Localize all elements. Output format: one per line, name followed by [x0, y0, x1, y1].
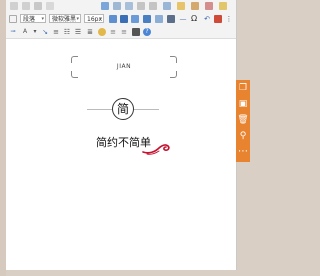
delete-icon[interactable] — [205, 2, 213, 10]
toolbar-row-2: 段落 ▾ 微软雅黑 ▾ 16px ▾ — Ω ↶ ⋮ — [6, 12, 236, 27]
paragraph-select-label: 段落 — [23, 16, 36, 23]
title-frame: JIAN — [71, 56, 177, 78]
highlight-icon[interactable] — [120, 15, 128, 23]
more-tools-icon[interactable]: ⋮ — [225, 15, 233, 23]
chevron-down-icon: ▾ — [76, 16, 79, 22]
help-icon[interactable]: ? — [143, 28, 151, 36]
rich-text-editor: 段落 ▾ 微软雅黑 ▾ 16px ▾ — Ω ↶ ⋮ ⊸ A ▾ ↘ ≡ ☷ ☰… — [6, 0, 237, 270]
search-icon[interactable]: ⚲ — [236, 128, 250, 144]
heading-latin: JIAN — [116, 63, 132, 70]
toolbar-row-3: ⊸ A ▾ ↘ ≡ ☷ ☰ ≣ ≡ ≡ ? — [6, 26, 236, 39]
trash-icon[interactable]: 🗑 — [236, 112, 250, 128]
image-icon[interactable] — [101, 2, 109, 10]
unordered-list-icon[interactable]: ☰ — [74, 28, 82, 36]
font-select-label: 微软雅黑 — [52, 16, 77, 23]
undo-arrow-icon[interactable]: ↶ — [203, 15, 211, 23]
horizontal-rule-icon[interactable]: — — [179, 15, 187, 23]
chevron-down-icon: ▾ — [41, 16, 44, 22]
size-select[interactable]: 16px ▾ — [84, 14, 104, 23]
divider-left — [87, 109, 112, 110]
undo-icon[interactable] — [10, 2, 18, 10]
redo-icon[interactable] — [22, 2, 30, 10]
link-chain-icon[interactable]: ⊸ — [9, 28, 17, 36]
emoji-icon[interactable] — [177, 2, 185, 10]
insert-video-icon[interactable] — [155, 15, 163, 23]
table-icon[interactable] — [113, 2, 121, 10]
side-toolbar: ❐ ▣ 🗑 ⚲ ⋯ — [236, 80, 250, 162]
bottom-margin — [6, 270, 237, 276]
insert-file-icon[interactable] — [167, 15, 175, 23]
circle-badge: 简 — [112, 98, 134, 120]
editor-content[interactable]: JIAN 简 简约不简单 — [6, 39, 236, 270]
background-color-icon[interactable]: ▾ — [31, 28, 39, 36]
insert-table-icon[interactable] — [143, 15, 151, 23]
star-icon[interactable] — [219, 2, 227, 10]
spacing-icon[interactable]: ≡ — [120, 28, 128, 36]
app-frame: 段落 ▾ 微软雅黑 ▾ 16px ▾ — Ω ↶ ⋮ ⊸ A ▾ ↘ ≡ ☷ ☰… — [0, 0, 252, 276]
more-icon[interactable]: ⋯ — [236, 144, 250, 160]
swirl-ornament-icon — [142, 144, 170, 155]
align-icon[interactable]: ≣ — [86, 28, 94, 36]
omega-icon[interactable]: Ω — [190, 15, 198, 23]
link-icon[interactable] — [125, 2, 133, 10]
save-icon[interactable]: ▣ — [236, 96, 250, 112]
chevron-down-icon: ▾ — [99, 16, 102, 22]
emotion-icon[interactable] — [98, 28, 106, 36]
copy-icon[interactable]: ❐ — [236, 80, 250, 96]
clear-icon[interactable] — [46, 2, 54, 10]
paragraph-select[interactable]: 段落 ▾ — [20, 14, 46, 23]
attachment-icon[interactable] — [191, 2, 199, 10]
media-icon[interactable] — [137, 2, 145, 10]
text-color-icon[interactable] — [109, 15, 117, 23]
code-icon[interactable] — [149, 2, 157, 10]
source-icon[interactable] — [9, 15, 17, 23]
format-icon[interactable] — [34, 2, 42, 10]
preview-icon[interactable] — [132, 28, 140, 36]
font-select[interactable]: 微软雅黑 ▾ — [49, 14, 81, 23]
strike-icon[interactable] — [214, 15, 222, 23]
line-height-icon[interactable]: ≡ — [109, 28, 117, 36]
quote-icon[interactable] — [163, 2, 171, 10]
format-painter-icon[interactable]: ↘ — [41, 28, 49, 36]
divider-right — [134, 109, 159, 110]
text-style-icon[interactable]: A — [21, 28, 29, 36]
indent-icon[interactable]: ≡ — [52, 28, 60, 36]
insert-image-icon[interactable] — [131, 15, 139, 23]
ordered-list-icon[interactable]: ☷ — [63, 28, 71, 36]
